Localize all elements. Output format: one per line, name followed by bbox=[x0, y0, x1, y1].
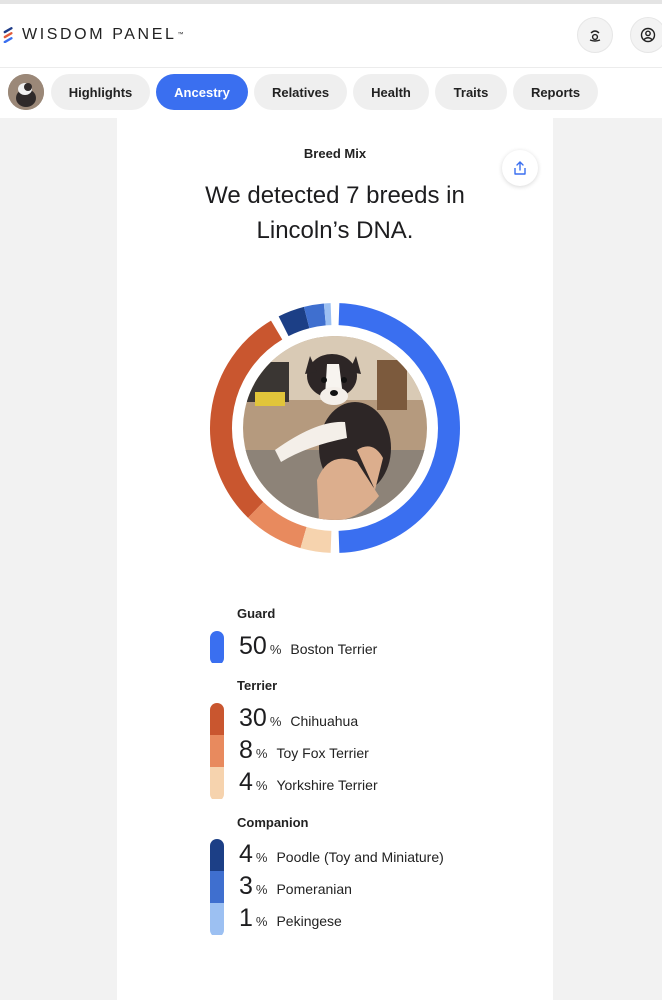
breed-percent: 3 bbox=[239, 872, 253, 900]
dog-switcher-button[interactable] bbox=[577, 17, 613, 53]
tab-reports[interactable]: Reports bbox=[513, 74, 598, 110]
category-bar-segment bbox=[210, 903, 224, 935]
percent-symbol: % bbox=[255, 850, 268, 865]
breed-name: Boston Terrier bbox=[290, 641, 378, 657]
breed-row[interactable]: 3% Pomeranian bbox=[239, 872, 352, 901]
section-title: Breed Mix bbox=[303, 146, 367, 161]
breed-row[interactable]: 4% Poodle (Toy and Miniature) bbox=[239, 840, 444, 869]
breed-name: Pomeranian bbox=[276, 881, 352, 897]
tab-highlights[interactable]: Highlights bbox=[51, 74, 150, 110]
donut-segment-pomeranian bbox=[303, 303, 327, 329]
dog-paw-icon bbox=[589, 30, 601, 42]
dog-avatar-image bbox=[8, 74, 44, 110]
category-companion: Companion bbox=[237, 815, 309, 830]
category-bar-segment bbox=[210, 767, 224, 799]
breed-name: Yorkshire Terrier bbox=[276, 777, 378, 793]
breed-donut-chart bbox=[210, 303, 460, 553]
donut-segment-yorkshire-terrier bbox=[300, 526, 332, 553]
percent-symbol: % bbox=[269, 642, 282, 657]
breed-name: Chihuahua bbox=[290, 713, 359, 729]
breed-row[interactable]: 1% Pekingese bbox=[239, 904, 342, 933]
category-bar-segment bbox=[210, 735, 224, 767]
wisdom-panel-logo-icon bbox=[3, 27, 13, 43]
breed-percent: 4 bbox=[239, 840, 253, 868]
trademark: ™ bbox=[177, 32, 184, 38]
tab-ancestry[interactable]: Ancestry bbox=[156, 74, 248, 110]
category-bar-companion bbox=[210, 839, 224, 937]
app-header: WISDOM PANEL ™ bbox=[0, 4, 662, 68]
breed-row[interactable]: 50% Boston Terrier bbox=[239, 632, 377, 661]
breed-mix-card: Breed Mix We detected 7 breeds in Lincol… bbox=[117, 118, 553, 1000]
tab-health[interactable]: Health bbox=[353, 74, 429, 110]
brand-name: WISDOM PANEL bbox=[22, 26, 177, 43]
breed-percent: 50 bbox=[239, 632, 267, 660]
category-bar-segment bbox=[210, 703, 224, 735]
percent-symbol: % bbox=[269, 714, 282, 729]
breed-percent: 4 bbox=[239, 768, 253, 796]
breed-name: Poodle (Toy and Miniature) bbox=[276, 849, 444, 865]
category-bar-guard bbox=[210, 631, 224, 665]
section-nav: Highlights Ancestry Relatives Health Tra… bbox=[0, 68, 662, 118]
breed-percent: 1 bbox=[239, 904, 253, 932]
percent-symbol: % bbox=[255, 882, 268, 897]
breed-row[interactable]: 4% Yorkshire Terrier bbox=[239, 768, 378, 797]
brand-logo[interactable]: WISDOM PANEL ™ bbox=[2, 26, 183, 44]
category-bar-terrier bbox=[210, 703, 224, 801]
category-terrier: Terrier bbox=[237, 678, 278, 693]
breed-percent: 30 bbox=[239, 704, 267, 732]
dog-avatar[interactable] bbox=[8, 74, 44, 110]
breeds-headline: We detected 7 breeds in Lincoln’s DNA. bbox=[205, 182, 465, 244]
user-profile-icon bbox=[640, 27, 656, 43]
share-icon bbox=[514, 161, 526, 175]
category-bar-segment bbox=[210, 631, 224, 663]
breed-name: Toy Fox Terrier bbox=[276, 745, 369, 761]
dog-photo bbox=[243, 336, 427, 520]
category-bar-segment bbox=[210, 871, 224, 903]
donut-segment-poodle-toy-and-miniature bbox=[278, 306, 310, 337]
tab-relatives[interactable]: Relatives bbox=[254, 74, 347, 110]
breed-percent: 8 bbox=[239, 736, 253, 764]
percent-symbol: % bbox=[255, 914, 268, 929]
percent-symbol: % bbox=[255, 778, 268, 793]
category-guard: Guard bbox=[237, 606, 276, 621]
tab-traits[interactable]: Traits bbox=[435, 74, 507, 110]
breed-row[interactable]: 30% Chihuahua bbox=[239, 704, 358, 733]
breed-row[interactable]: 8% Toy Fox Terrier bbox=[239, 736, 369, 765]
percent-symbol: % bbox=[255, 746, 268, 761]
category-bar-segment bbox=[210, 839, 224, 871]
breed-name: Pekingese bbox=[276, 913, 342, 929]
account-button[interactable] bbox=[630, 17, 662, 53]
